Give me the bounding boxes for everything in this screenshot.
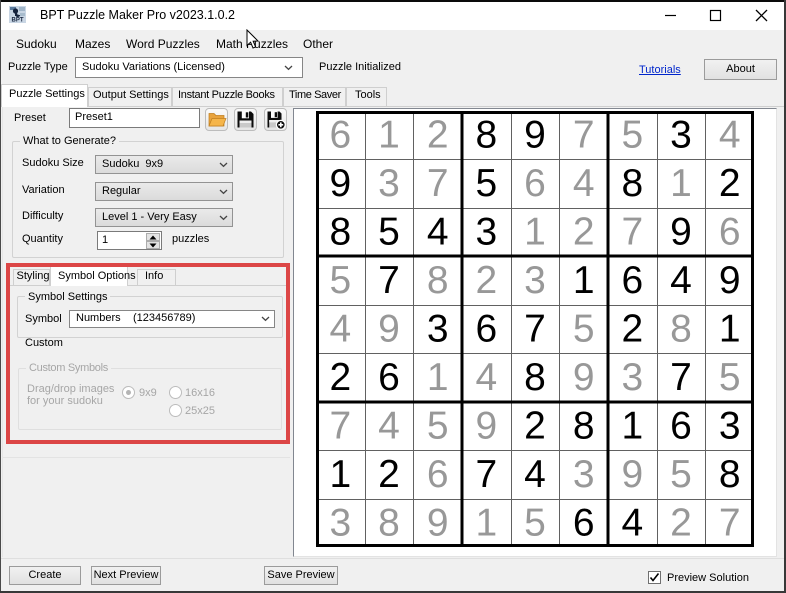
svg-text:6: 6 <box>621 259 643 302</box>
svg-text:7: 7 <box>719 501 741 544</box>
svg-text:4: 4 <box>475 356 497 399</box>
svg-text:8: 8 <box>524 356 546 399</box>
svg-text:3: 3 <box>329 501 351 544</box>
svg-text:9: 9 <box>427 501 449 544</box>
svg-text:5: 5 <box>329 259 351 302</box>
svg-text:1: 1 <box>329 453 351 496</box>
svg-text:5: 5 <box>378 211 400 254</box>
svg-text:2: 2 <box>621 308 643 351</box>
svg-text:5: 5 <box>427 404 449 447</box>
svg-text:8: 8 <box>719 453 741 496</box>
svg-text:3: 3 <box>573 453 595 496</box>
svg-text:4: 4 <box>378 404 400 447</box>
svg-text:9: 9 <box>573 356 595 399</box>
svg-text:6: 6 <box>719 211 741 254</box>
svg-text:5: 5 <box>719 356 741 399</box>
svg-text:1: 1 <box>621 404 643 447</box>
svg-text:4: 4 <box>719 114 741 157</box>
svg-text:8: 8 <box>670 308 692 351</box>
svg-text:6: 6 <box>475 308 497 351</box>
svg-text:9: 9 <box>475 404 497 447</box>
svg-text:4: 4 <box>427 211 449 254</box>
svg-text:7: 7 <box>670 356 692 399</box>
svg-text:6: 6 <box>524 162 546 205</box>
svg-text:1: 1 <box>524 211 546 254</box>
svg-text:3: 3 <box>427 308 449 351</box>
svg-text:5: 5 <box>670 453 692 496</box>
svg-text:8: 8 <box>573 404 595 447</box>
svg-text:4: 4 <box>670 259 692 302</box>
svg-text:BPT: BPT <box>12 18 24 24</box>
svg-text:3: 3 <box>475 211 497 254</box>
svg-text:5: 5 <box>573 308 595 351</box>
svg-text:1: 1 <box>427 356 449 399</box>
svg-text:9: 9 <box>719 259 741 302</box>
svg-text:9: 9 <box>524 114 546 157</box>
svg-text:4: 4 <box>524 453 546 496</box>
svg-text:5: 5 <box>524 501 546 544</box>
svg-text:2: 2 <box>524 404 546 447</box>
svg-text:8: 8 <box>475 114 497 157</box>
svg-text:3: 3 <box>621 356 643 399</box>
svg-text:8: 8 <box>621 162 643 205</box>
svg-text:2: 2 <box>427 114 449 157</box>
svg-text:3: 3 <box>719 404 741 447</box>
svg-text:1: 1 <box>378 114 400 157</box>
svg-text:2: 2 <box>475 259 497 302</box>
svg-text:7: 7 <box>524 308 546 351</box>
svg-text:7: 7 <box>378 259 400 302</box>
svg-text:6: 6 <box>427 453 449 496</box>
svg-text:1: 1 <box>719 308 741 351</box>
svg-text:7: 7 <box>329 404 351 447</box>
svg-text:2: 2 <box>719 162 741 205</box>
svg-text:1: 1 <box>573 259 595 302</box>
svg-text:3: 3 <box>378 162 400 205</box>
svg-text:8: 8 <box>427 259 449 302</box>
svg-text:4: 4 <box>329 308 351 351</box>
svg-text:9: 9 <box>378 308 400 351</box>
svg-text:2: 2 <box>573 211 595 254</box>
svg-text:4: 4 <box>573 162 595 205</box>
svg-text:6: 6 <box>329 114 351 157</box>
svg-text:7: 7 <box>475 453 497 496</box>
svg-text:8: 8 <box>378 501 400 544</box>
svg-text:8: 8 <box>329 211 351 254</box>
svg-text:9: 9 <box>670 211 692 254</box>
svg-text:1: 1 <box>475 501 497 544</box>
svg-text:3: 3 <box>524 259 546 302</box>
svg-text:7: 7 <box>427 162 449 205</box>
svg-text:9: 9 <box>329 162 351 205</box>
svg-text:7: 7 <box>573 114 595 157</box>
svg-text:5: 5 <box>475 162 497 205</box>
svg-text:9: 9 <box>621 453 643 496</box>
svg-text:6: 6 <box>670 404 692 447</box>
svg-text:2: 2 <box>329 356 351 399</box>
svg-text:1: 1 <box>670 162 692 205</box>
svg-text:2: 2 <box>670 501 692 544</box>
svg-text:6: 6 <box>573 501 595 544</box>
svg-text:7: 7 <box>621 211 643 254</box>
svg-text:6: 6 <box>378 356 400 399</box>
svg-text:4: 4 <box>621 501 643 544</box>
svg-text:3: 3 <box>670 114 692 157</box>
svg-text:5: 5 <box>621 114 643 157</box>
svg-text:2: 2 <box>378 453 400 496</box>
